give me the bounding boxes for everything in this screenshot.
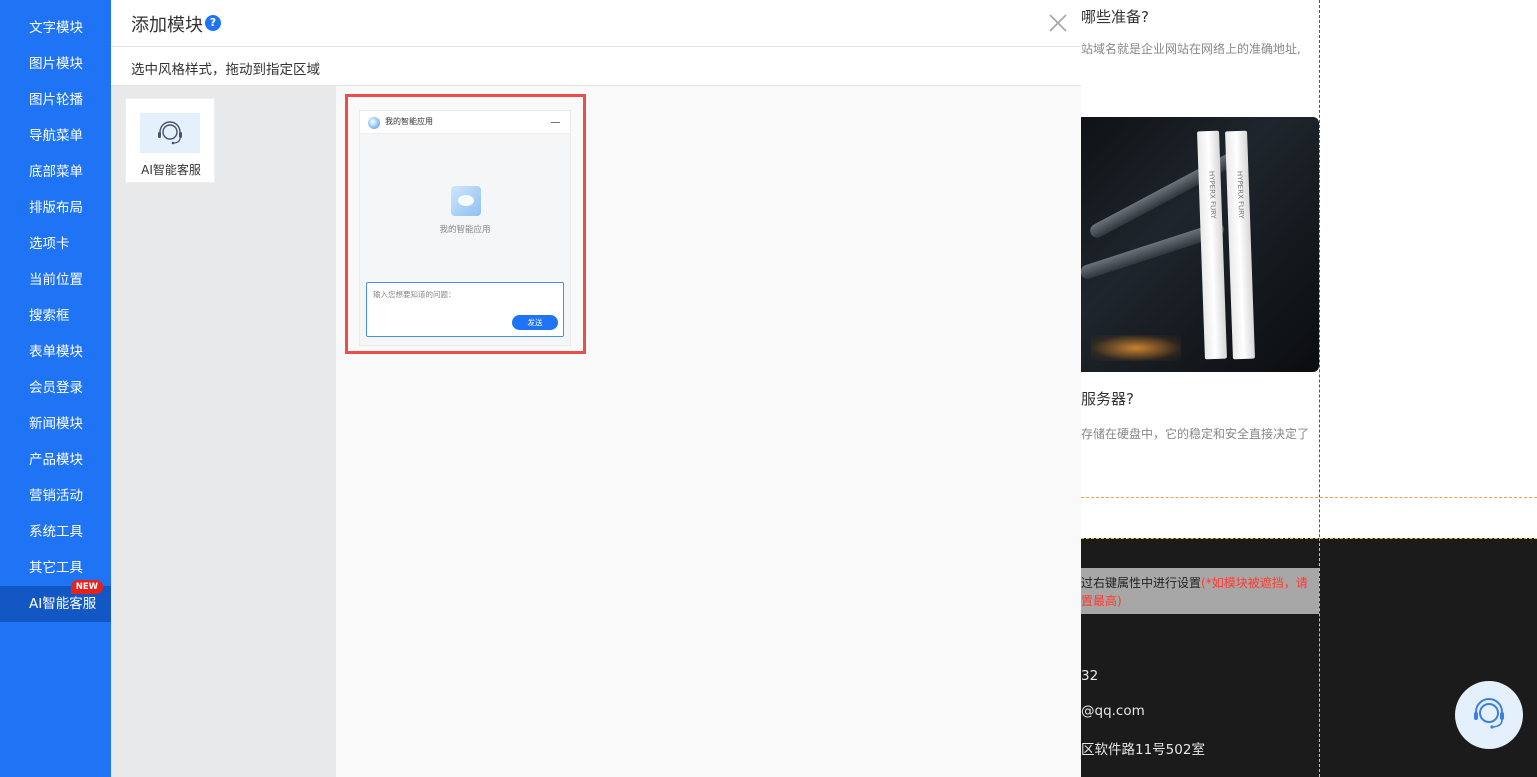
style-preview-selected[interactable]: 我的智能应用 我的智能应用 输入您想要知道的问题： 发送 — [345, 94, 586, 354]
app-logo-icon — [368, 117, 380, 129]
category-thumbnail — [140, 113, 200, 153]
article-heading: 哪些准备? — [1081, 8, 1149, 26]
article-summary: 站域名就是企业网站在网络上的准确地址, — [1081, 42, 1301, 56]
dialog-title: 添加模块 — [131, 15, 203, 36]
sidebar-item-member-login[interactable]: 会员登录 — [0, 370, 111, 406]
footer-phone: 32 — [1081, 668, 1099, 684]
app-logo-icon — [451, 186, 481, 216]
close-icon[interactable] — [1048, 13, 1068, 33]
add-module-dialog: 添加模块 ? 选中风格样式，拖动到指定区域 AI智能客服 我的智能应用 我的智能… — [111, 0, 1081, 777]
sidebar-item-ai-customer-service[interactable]: AI智能客服 NEW — [0, 580, 111, 622]
sidebar-item-image-module[interactable]: 图片模块 — [0, 46, 111, 82]
style-panel: 我的智能应用 我的智能应用 输入您想要知道的问题： 发送 — [336, 86, 1081, 777]
sidebar-item-nav-menu[interactable]: 导航菜单 — [0, 118, 111, 154]
sidebar-item-tabs[interactable]: 选项卡 — [0, 226, 111, 262]
footer-email: @qq.com — [1081, 703, 1145, 719]
article-summary: 存储在硬盘中，它的稳定和安全直接决定了 — [1081, 427, 1310, 441]
sidebar-item-search-box[interactable]: 搜索框 — [0, 298, 111, 334]
sidebar-item-current-location[interactable]: 当前位置 — [0, 262, 111, 298]
category-card-ai-customer-service[interactable]: AI智能客服 — [125, 98, 215, 183]
send-button: 发送 — [512, 315, 558, 330]
category-panel: AI智能客服 — [111, 86, 336, 777]
module-notice: 过右键属性中进行设置(*如模块被遮挡，请 置最高) — [1081, 568, 1319, 614]
module-sidebar: 文字模块 图片模块 图片轮播 导航菜单 底部菜单 排版布局 选项卡 当前位置 搜… — [0, 0, 111, 777]
section-guide-line — [1081, 497, 1537, 498]
floating-customer-service-button[interactable] — [1455, 681, 1523, 749]
sidebar-item-image-carousel[interactable]: 图片轮播 — [0, 82, 111, 118]
question-circle-icon[interactable]: ? — [205, 15, 221, 31]
article-image: HYPERX FURY HYPERX FURY — [1081, 117, 1319, 372]
dialog-instructions: 选中风格样式，拖动到指定区域 — [131, 62, 320, 78]
sidebar-item-marketing[interactable]: 营销活动 — [0, 478, 111, 514]
chat-widget-title: 我的智能应用 — [385, 117, 433, 126]
footer-guide-line — [1081, 538, 1537, 539]
footer-address: 区软件路11号502室 — [1081, 742, 1205, 758]
chat-input-placeholder: 输入您想要知道的问题： — [373, 290, 456, 299]
sidebar-item-layout[interactable]: 排版布局 — [0, 190, 111, 226]
minimize-icon — [551, 122, 560, 123]
chat-widget-preview: 我的智能应用 我的智能应用 输入您想要知道的问题： 发送 — [359, 110, 571, 346]
article-heading: 服务器? — [1081, 390, 1134, 408]
sidebar-item-footer-menu[interactable]: 底部菜单 — [0, 154, 111, 190]
chat-input-preview: 输入您想要知道的问题： 发送 — [366, 282, 564, 337]
sidebar-item-product-module[interactable]: 产品模块 — [0, 442, 111, 478]
headset-agent-icon — [158, 121, 182, 145]
footer-guide-line — [1319, 538, 1320, 777]
dialog-header: 添加模块 ? — [111, 0, 1081, 47]
sidebar-item-news-module[interactable]: 新闻模块 — [0, 406, 111, 442]
sidebar-item-system-tools[interactable]: 系统工具 — [0, 514, 111, 550]
headset-agent-icon — [1474, 698, 1504, 729]
chat-widget-app-name: 我的智能应用 — [439, 225, 491, 235]
category-label: AI智能客服 — [141, 163, 201, 177]
board-glow — [1091, 335, 1181, 361]
chat-widget-header: 我的智能应用 — [360, 111, 570, 134]
new-badge: NEW — [70, 580, 103, 594]
website-canvas: 哪些准备? 站域名就是企业网站在网络上的准确地址, HYPERX FURY HY… — [1081, 0, 1537, 777]
ram-stick: HYPERX FURY — [1225, 130, 1255, 360]
sidebar-item-form-module[interactable]: 表单模块 — [0, 334, 111, 370]
sidebar-item-text-module[interactable]: 文字模块 — [0, 10, 111, 46]
